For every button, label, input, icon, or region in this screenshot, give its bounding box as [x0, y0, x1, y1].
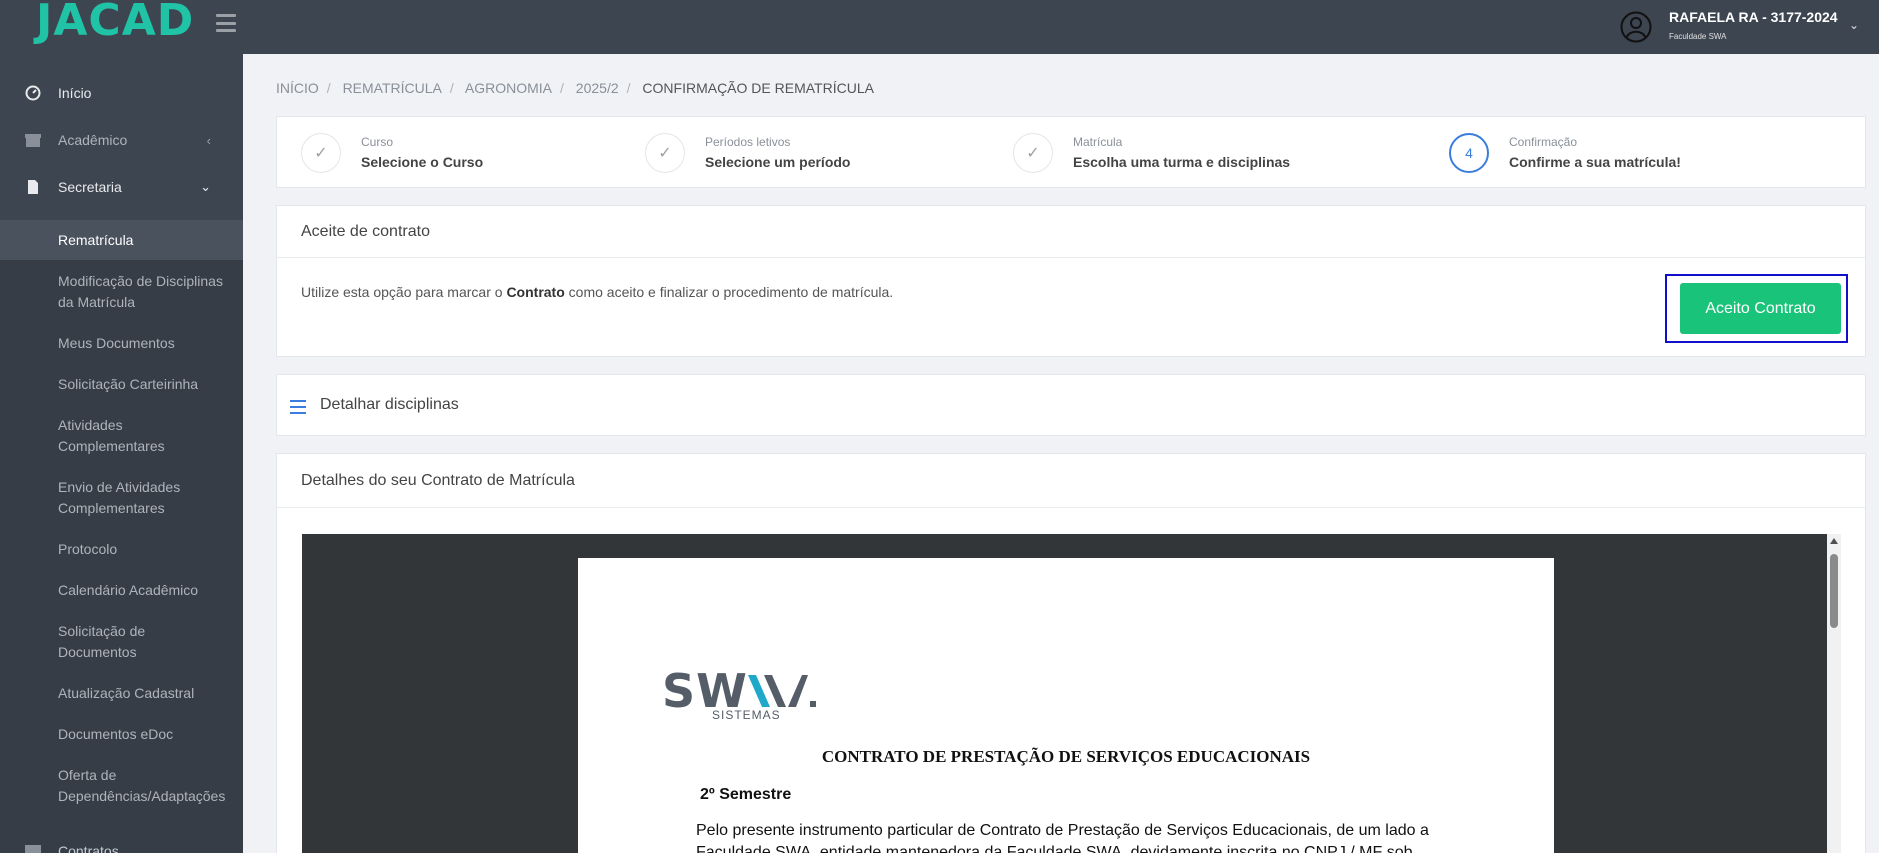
step-title: Confirme a sua matrícula!	[1509, 154, 1681, 170]
swa-logo-mark	[747, 675, 816, 707]
list-icon	[290, 400, 306, 414]
panel-title: Detalhar disciplinas	[320, 396, 459, 413]
user-name[interactable]: RAFAELA RA - 3177-2024	[1669, 9, 1838, 25]
card-header: Aceite de contrato	[277, 206, 1865, 258]
step-matricula: ✓ Matrícula Escolha uma turma e discipli…	[1013, 117, 1290, 189]
card-header: Detalhes do seu Contrato de Matrícula	[277, 454, 1865, 508]
accept-button-highlight: Aceito Contrato	[1665, 274, 1848, 343]
swa-logo: SW SISTEMAS	[662, 668, 818, 722]
step-periodos: ✓ Períodos letivos Selecione um período	[645, 117, 850, 189]
archive-icon	[25, 134, 41, 147]
contract-instructions: Utilize esta opção para marcar o Contrat…	[301, 284, 894, 300]
sidebar-item-inicio[interactable]: Início	[0, 70, 243, 116]
breadcrumb-inicio[interactable]: INÍCIO	[276, 80, 319, 96]
menu-toggle-icon[interactable]	[216, 14, 236, 32]
submenu-item-atividades[interactable]: Atividades Complementares	[58, 415, 188, 457]
document-paragraph: Pelo presente instrumento particular de …	[696, 822, 1429, 853]
jacad-logo[interactable]: JACAD	[36, 0, 194, 43]
chevron-down-icon: ⌄	[200, 179, 211, 194]
submenu-item-solicitacao-documentos[interactable]: Solicitação de Documentos	[58, 621, 168, 663]
step-label: Curso	[361, 135, 394, 149]
secretaria-submenu: Rematrícula Modificação de Disciplinas d…	[0, 220, 243, 853]
contract-acceptance-card: Aceite de contrato Utilize esta opção pa…	[276, 205, 1866, 357]
pdf-page: SW SISTEMAS CONTRATO DE PRESTAÇÃO DE SER…	[578, 558, 1554, 853]
submenu-item-meus-documentos[interactable]: Meus Documentos	[58, 333, 238, 354]
breadcrumb-curso[interactable]: AGRONOMIA	[465, 80, 552, 96]
submenu-item-protocolo[interactable]: Protocolo	[58, 539, 238, 560]
check-icon: ✓	[301, 133, 341, 173]
sidebar-item-label: Acadêmico	[58, 132, 128, 148]
submenu-item-oferta[interactable]: Oferta de Dependências/Adaptações	[58, 765, 238, 807]
step-number: 4	[1449, 133, 1489, 173]
step-curso: ✓ Curso Selecione o Curso	[301, 117, 483, 189]
check-icon: ✓	[645, 133, 685, 173]
step-label: Matrícula	[1073, 135, 1123, 149]
breadcrumb: INÍCIO / REMATRÍCULA / AGRONOMIA/ 2025/2/ …	[276, 80, 874, 96]
submenu-item-rematricula[interactable]: Rematrícula	[58, 230, 238, 251]
contract-details-card: Detalhes do seu Contrato de Matrícula SW…	[276, 453, 1866, 853]
detail-disciplines-panel[interactable]: Detalhar disciplinas	[276, 374, 1866, 436]
submenu-item-carteirinha[interactable]: Solicitação Carteirinha	[58, 374, 238, 395]
submenu-item-envio-atividades[interactable]: Envio de Atividades Complementares	[58, 477, 188, 519]
submenu-item-modificacao[interactable]: Modificação de Disciplinas da Matrícula	[58, 271, 238, 313]
check-icon: ✓	[1013, 133, 1053, 173]
document-title: CONTRATO DE PRESTAÇÃO DE SERVIÇOS EDUCAC…	[821, 747, 1311, 766]
sidebar-item-contratos[interactable]: Contratos	[58, 841, 238, 853]
step-title: Escolha uma turma e disciplinas	[1073, 154, 1291, 170]
sidebar-item-secretaria[interactable]: Secretaria ⌄	[0, 164, 243, 210]
scrollbar-thumb[interactable]	[1830, 554, 1838, 628]
breadcrumb-rematricula[interactable]: REMATRÍCULA	[343, 80, 442, 96]
accept-contract-button[interactable]: Aceito Contrato	[1680, 283, 1841, 334]
chevron-left-icon: ‹	[206, 132, 211, 148]
step-confirmacao: 4 Confirmação Confirme a sua matrícula!	[1449, 117, 1681, 189]
step-label: Períodos letivos	[705, 135, 791, 149]
submenu-item-calendario[interactable]: Calendário Acadêmico	[58, 580, 238, 601]
scroll-up-arrow-icon[interactable]	[1830, 538, 1838, 544]
logo-area: JACAD	[0, 0, 243, 54]
breadcrumb-current: CONFIRMAÇÃO DE REMATRÍCULA	[642, 80, 874, 96]
sidebar-item-academico[interactable]: Acadêmico ‹	[0, 117, 243, 163]
document-semester: 2º Semestre	[700, 786, 792, 803]
user-avatar-icon[interactable]	[1620, 11, 1652, 43]
submenu-item-edoc[interactable]: Documentos eDoc	[58, 724, 238, 745]
step-label: Confirmação	[1509, 135, 1578, 149]
user-organization: Faculdade SWA	[1669, 32, 1727, 41]
scrollbar[interactable]	[1827, 534, 1841, 853]
sidebar-item-label: Início	[58, 85, 92, 101]
sidebar-item-label: Secretaria	[58, 179, 122, 195]
sidebar: JACAD Início Acadêmico ‹ Secretaria ⌄ Re…	[0, 0, 243, 853]
step-title: Selecione um período	[705, 154, 851, 170]
chevron-down-icon[interactable]: ⌄	[1849, 18, 1859, 32]
breadcrumb-periodo[interactable]: 2025/2	[576, 80, 619, 96]
submenu-item-atualizacao[interactable]: Atualização Cadastral	[58, 683, 238, 704]
pdf-viewer[interactable]: SW SISTEMAS CONTRATO DE PRESTAÇÃO DE SER…	[302, 534, 1827, 853]
file-icon	[28, 180, 38, 194]
contract-icon	[25, 845, 41, 853]
enrollment-steps: ✓ Curso Selecione o Curso ✓ Períodos let…	[276, 116, 1866, 188]
step-title: Selecione o Curso	[361, 154, 484, 170]
dashboard-icon	[25, 85, 41, 101]
